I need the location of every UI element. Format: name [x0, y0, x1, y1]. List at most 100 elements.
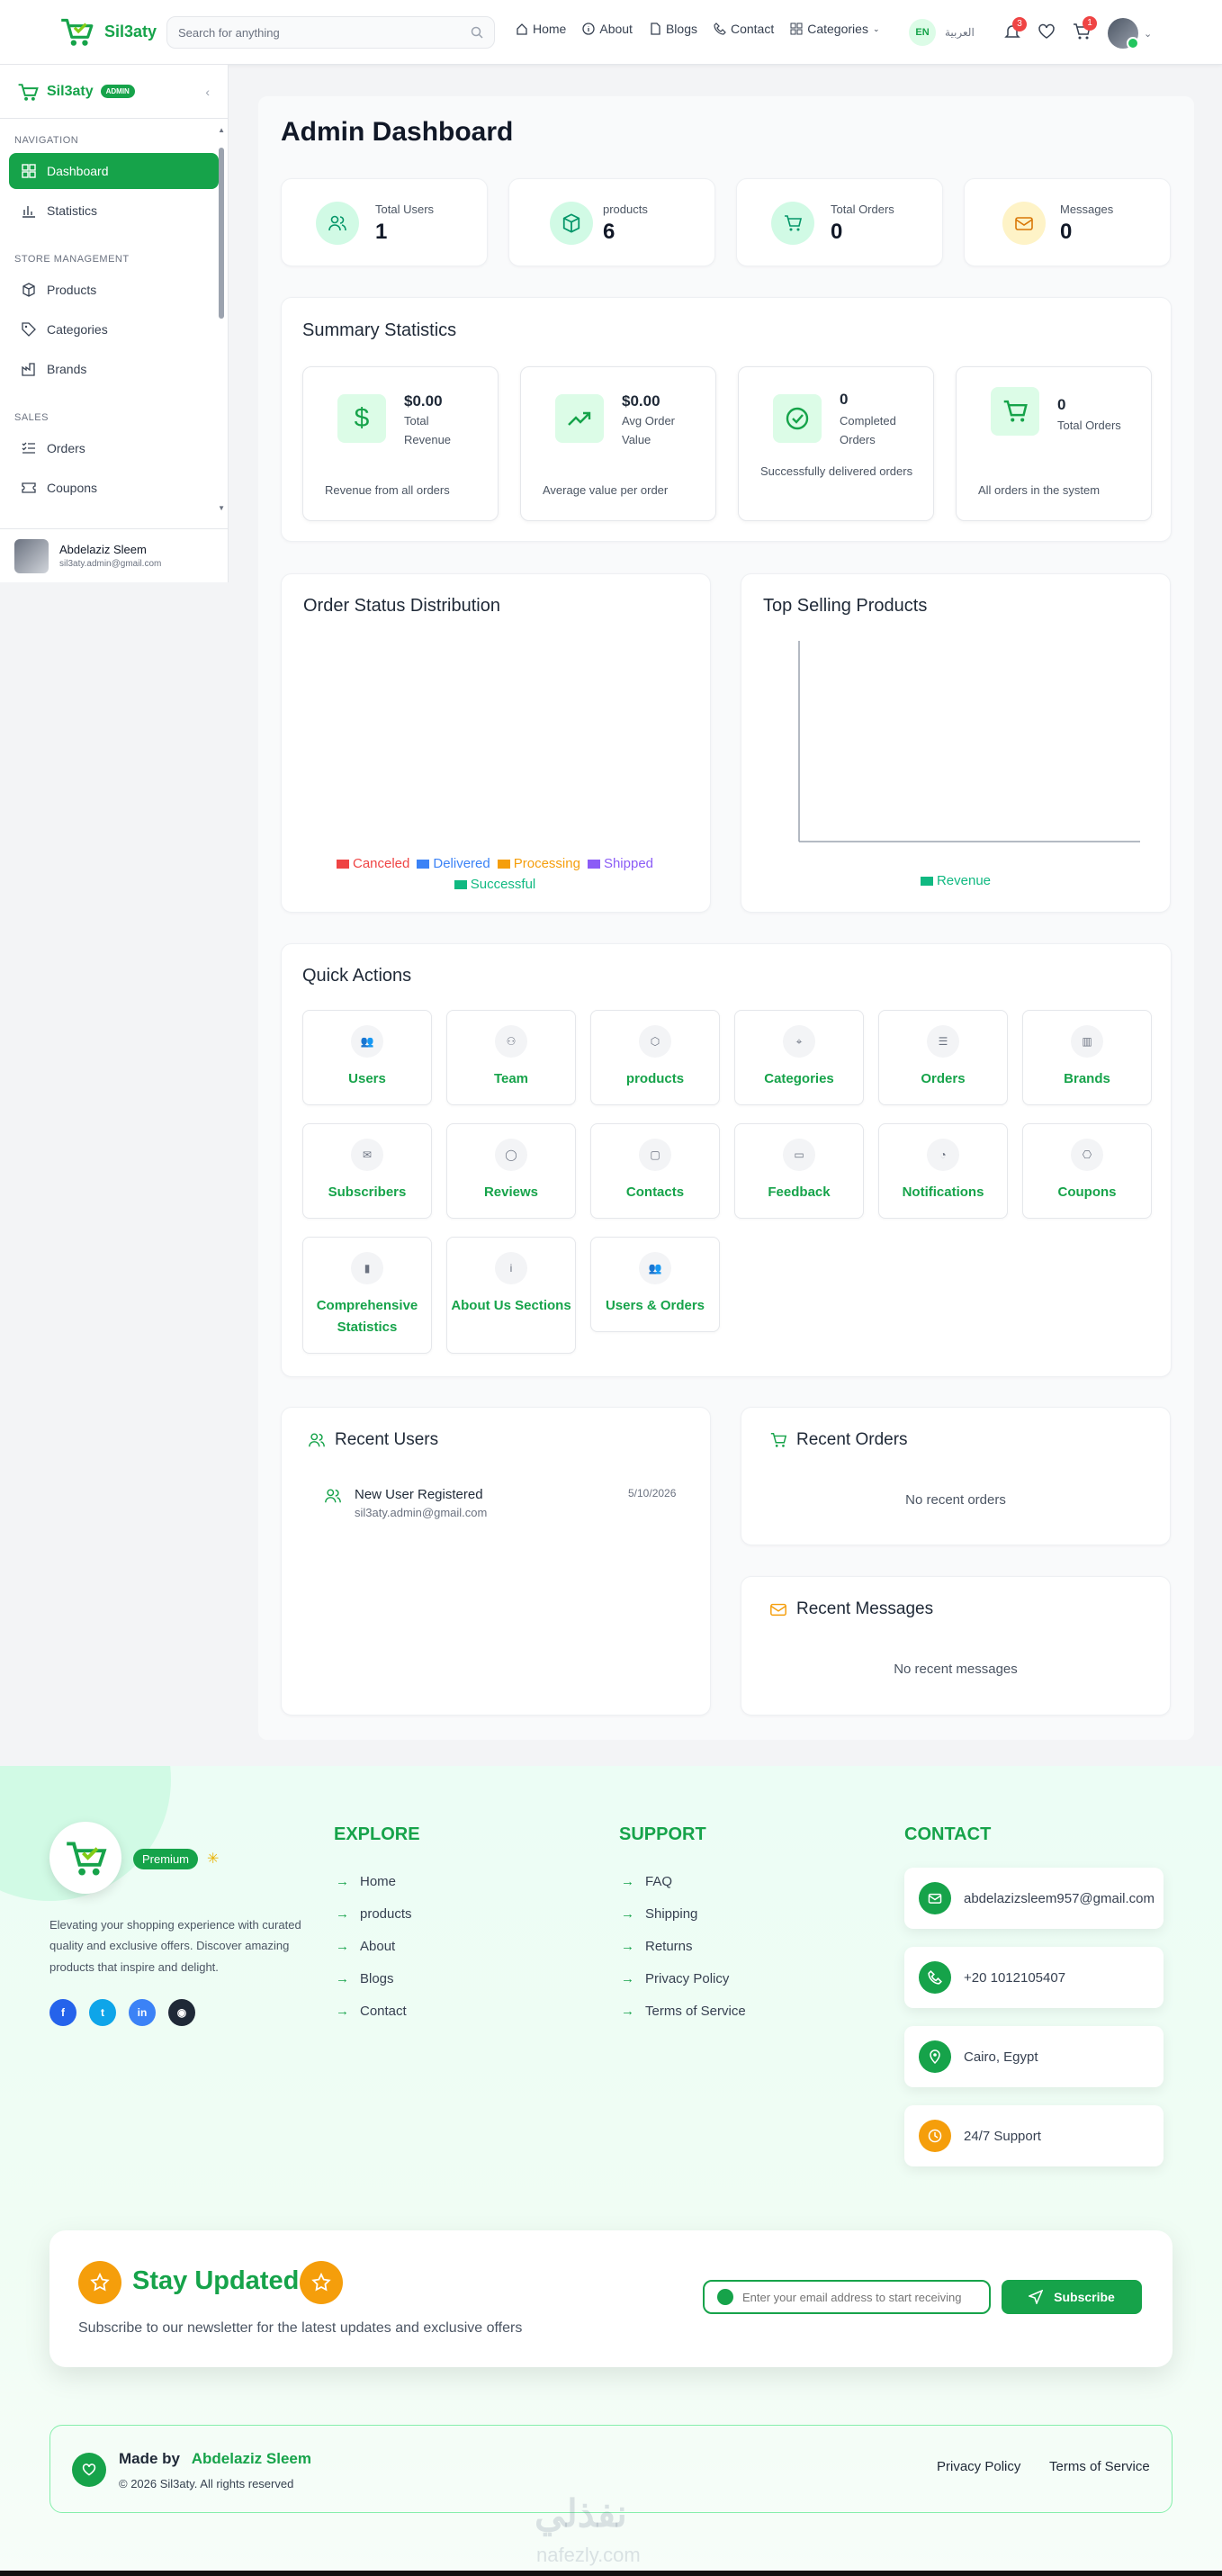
users-icon: 👥 — [351, 1025, 383, 1058]
contact-phone[interactable]: +20 1012105407 — [904, 1947, 1164, 2008]
terms-link[interactable]: Terms of Service — [1049, 2459, 1150, 2474]
nav-blogs[interactable]: Blogs — [649, 22, 697, 36]
footer-link-returns[interactable]: → Returns — [621, 1939, 693, 1954]
nav-home[interactable]: Home — [516, 22, 566, 36]
collapse-icon[interactable]: ‹ — [205, 85, 210, 99]
search-box[interactable] — [166, 16, 495, 49]
cart-button[interactable]: 1 — [1072, 15, 1097, 46]
quick-action-subscribers[interactable]: ✉ Subscribers — [302, 1123, 432, 1219]
nav-categories[interactable]: Categories ⌄ — [790, 22, 879, 36]
notifications-button[interactable]: 3 — [1003, 16, 1027, 45]
recent-users-card — [281, 1407, 711, 1716]
feedback-icon: ▭ — [783, 1139, 815, 1171]
sidebar-item-categories[interactable]: Categories — [9, 311, 219, 347]
language-switcher[interactable]: EN العربية — [909, 19, 975, 46]
stat-value: 0 — [1060, 220, 1073, 244]
tag-icon: ⌖ — [783, 1025, 815, 1058]
sidebar-item-products[interactable]: Products — [9, 272, 219, 308]
document-icon — [651, 23, 660, 35]
privacy-link[interactable]: Privacy Policy — [937, 2459, 1020, 2474]
github-icon[interactable]: ◉ — [168, 1999, 195, 2026]
chat-icon: ◯ — [495, 1139, 527, 1171]
quick-action-reviews[interactable]: ◯ Reviews — [446, 1123, 576, 1219]
newsletter-email-input[interactable] — [742, 2290, 967, 2304]
phone-icon — [919, 1961, 951, 1994]
scroll-down-icon[interactable]: ▼ — [218, 504, 225, 512]
section-store-management: STORE MANAGEMENT — [14, 254, 130, 265]
recent-user-item[interactable]: New User Registered sil3aty.admin@gmail.… — [324, 1487, 487, 1519]
brand-name: Sil3aty — [104, 22, 157, 41]
legend-item-delivered[interactable]: Delivered — [417, 856, 490, 871]
footer-link-products[interactable]: → products — [336, 1906, 412, 1922]
dollar-icon: $ — [337, 394, 386, 443]
lang-en[interactable]: EN — [909, 19, 936, 46]
sidebar-item-dashboard[interactable]: Dashboard — [9, 153, 219, 189]
wishlist-button[interactable] — [1038, 23, 1056, 45]
recent-orders-card — [741, 1407, 1171, 1545]
quick-action-contacts[interactable]: ▢ Contacts — [590, 1123, 720, 1219]
quick-action-comprehensive-statistics[interactable]: ▮ Comprehensive Statistics — [302, 1237, 432, 1354]
footer-logo[interactable] — [49, 1822, 121, 1894]
footer-link-contact[interactable]: → Contact — [336, 2004, 407, 2019]
newsletter-input-wrap[interactable] — [703, 2280, 991, 2314]
summary-value: $0.00 — [404, 392, 443, 410]
quick-action-brands[interactable]: ▥ Brands — [1022, 1010, 1152, 1105]
footer-link-terms-of-service[interactable]: → Terms of Service — [621, 2004, 746, 2019]
legend-item-revenue[interactable]: Revenue — [920, 873, 991, 888]
profile-menu[interactable]: ⌄ — [1108, 18, 1153, 50]
sidebar-item-brands[interactable]: Brands — [9, 351, 219, 387]
quick-action-team[interactable]: ⚇ Team — [446, 1010, 576, 1105]
chevron-down-icon: ⌄ — [872, 23, 880, 33]
quick-action-feedback[interactable]: ▭ Feedback — [734, 1123, 864, 1219]
summary-total-orders: 0 Total Orders All orders in the system — [956, 366, 1152, 521]
mail-icon — [717, 2289, 733, 2305]
chevron-down-icon: ⌄ — [1144, 28, 1153, 40]
author-link[interactable]: Abdelaziz Sleem — [192, 2450, 311, 2467]
nav-contact[interactable]: Contact — [714, 22, 774, 36]
legend-item-shipped[interactable]: Shipped — [587, 856, 653, 871]
footer-link-home[interactable]: → Home — [336, 1874, 396, 1889]
legend-item-processing[interactable]: Processing — [497, 856, 580, 871]
quick-action-notifications[interactable]: ◔ Notifications — [878, 1123, 1008, 1219]
footer-link-blogs[interactable]: → Blogs — [336, 1971, 394, 1986]
sidebar-item-coupons[interactable]: Coupons — [9, 470, 219, 506]
sidebar-header: Sil3aty ADMIN ‹ — [0, 65, 228, 119]
chart-title: Top Selling Products — [763, 596, 928, 616]
search-input[interactable] — [178, 25, 471, 40]
footer-link-about[interactable]: → About — [336, 1939, 395, 1954]
contact-email[interactable]: abdelazizsleem957@gmail.com — [904, 1868, 1164, 1929]
quick-action-users[interactable]: 👥 Users — [302, 1010, 432, 1105]
twitter-icon[interactable]: t — [89, 1999, 116, 2026]
mail-icon — [919, 1882, 951, 1914]
quick-action-about-us-sections[interactable]: i About Us Sections — [446, 1237, 576, 1354]
quick-action-users-orders[interactable]: 👥 Users & Orders — [590, 1237, 720, 1332]
search-icon[interactable] — [471, 26, 483, 39]
nav-about[interactable]: About — [582, 22, 633, 36]
quick-action-label: About Us Sections — [451, 1298, 571, 1313]
quick-action-label: Comprehensive Statistics — [316, 1298, 418, 1335]
legend-swatch — [454, 880, 467, 890]
quick-action-label: Coupons — [1057, 1184, 1117, 1200]
quick-action-categories[interactable]: ⌖ Categories — [734, 1010, 864, 1105]
subscribe-button[interactable]: Subscribe — [1002, 2280, 1142, 2314]
footer-link-shipping[interactable]: → Shipping — [621, 1906, 697, 1922]
quick-action-products[interactable]: ⬡ products — [590, 1010, 720, 1105]
quick-action-orders[interactable]: ☰ Orders — [878, 1010, 1008, 1105]
quick-action-coupons[interactable]: ⎔ Coupons — [1022, 1123, 1152, 1219]
sidebar-item-statistics[interactable]: Statistics — [9, 193, 219, 229]
lang-ar[interactable]: العربية — [945, 26, 975, 39]
linkedin-icon[interactable]: in — [129, 1999, 156, 2026]
facebook-icon[interactable]: f — [49, 1999, 76, 2026]
footer-link-faq[interactable]: → FAQ — [621, 1874, 672, 1889]
sidebar-scrollbar[interactable] — [219, 148, 224, 319]
scroll-up-icon[interactable]: ▲ — [218, 126, 225, 134]
legend-item-canceled[interactable]: Canceled — [336, 856, 409, 871]
sidebar-item-orders[interactable]: Orders — [9, 430, 219, 466]
footer-link-privacy-policy[interactable]: → Privacy Policy — [621, 1971, 729, 1986]
recent-messages-title: Recent Messages — [796, 1599, 934, 1618]
brand-logo[interactable]: Sil3aty — [58, 13, 157, 50]
sidebar-user[interactable]: Abdelaziz Sleem sil3aty.admin@gmail.com — [0, 528, 229, 582]
support-title: SUPPORT — [619, 1824, 706, 1844]
clock-icon — [919, 2120, 951, 2152]
legend-item-successful[interactable]: Successful — [454, 877, 535, 892]
